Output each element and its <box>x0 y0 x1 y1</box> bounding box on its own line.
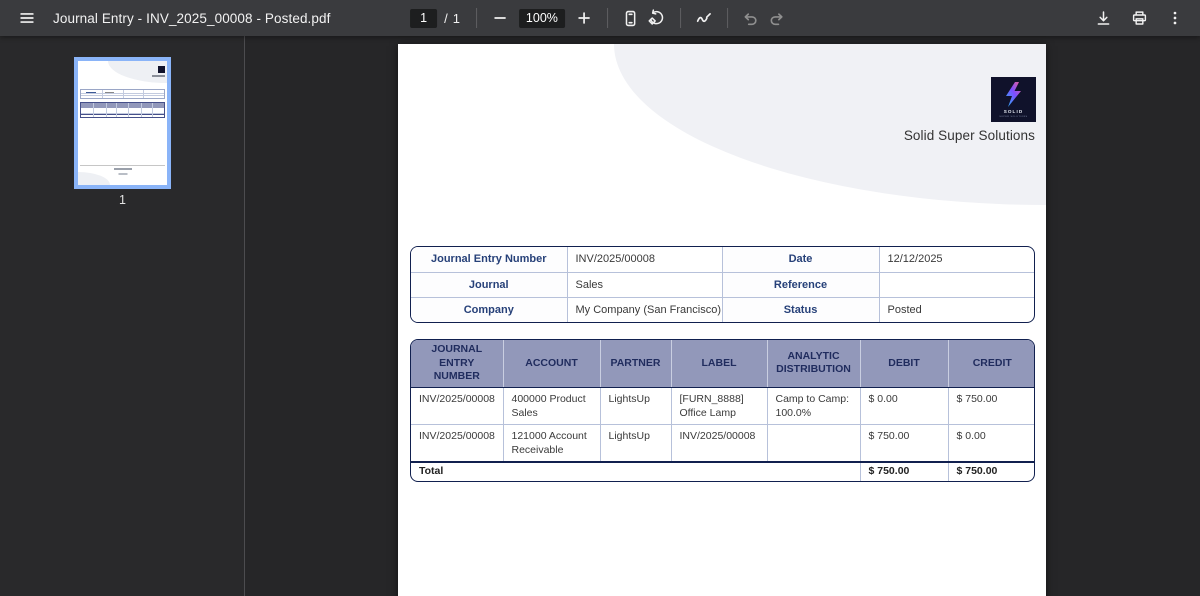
table-header-row: JOURNAL ENTRY NUMBER ACCOUNT PARTNER LABEL A… <box>411 340 1034 388</box>
toolbar-center-controls: / 1 100% <box>410 0 790 36</box>
lines-cell: $ 750.00 <box>947 387 1034 425</box>
thumbnail-footer-text <box>113 168 132 170</box>
zoom-level-input[interactable]: 100% <box>518 8 565 28</box>
info-label-cell: Company <box>411 296 567 322</box>
fit-page-icon[interactable] <box>618 5 644 31</box>
journal-lines-table: JOURNAL ENTRY NUMBER ACCOUNT PARTNER LABEL A… <box>410 339 1035 483</box>
lines-cell: LightsUp <box>599 424 671 463</box>
total-credit-cell: $ 750.00 <box>947 461 1034 482</box>
thumbnail-info-table <box>80 89 165 99</box>
document-title: Journal Entry - INV_2025_00008 - Posted.… <box>53 10 331 26</box>
info-value-cell: Sales <box>566 271 722 297</box>
lines-cell: LightsUp <box>599 387 671 425</box>
company-name: Solid Super Solutions <box>903 128 1035 143</box>
lines-cell: Camp to Camp: 100.0% <box>766 387 860 425</box>
lines-header-cell: CREDIT <box>947 340 1034 388</box>
total-label-cell: Total <box>411 461 860 482</box>
thumbnail-curve-decoration <box>78 172 110 185</box>
lines-cell: INV/2025/00008 <box>419 392 495 405</box>
table-row: Company My Company (San Francisco) Statu… <box>411 296 1034 322</box>
more-icon[interactable] <box>1162 5 1188 31</box>
toolbar-left: Journal Entry - INV_2025_00008 - Posted.… <box>0 5 380 31</box>
lines-header-cell: ANALYTIC DISTRIBUTION <box>766 340 860 388</box>
thumbnail-footer-page <box>118 173 127 175</box>
annotate-icon[interactable] <box>691 5 717 31</box>
table-row: INV/2025/00008 400000 Product Sales Lights… <box>411 387 1034 425</box>
thumbnail-footer-line <box>80 165 165 166</box>
journal-info-table: Journal Entry Number INV/2025/00008 Date… <box>410 246 1035 323</box>
print-icon[interactable] <box>1126 5 1152 31</box>
table-row: INV/2025/00008 121000 Account Receivable L… <box>411 424 1034 463</box>
lines-header-cell: LABEL <box>670 340 767 388</box>
lines-cell: [FURN_8888] Office Lamp <box>670 387 767 425</box>
toolbar-right <box>1090 5 1200 31</box>
pdf-viewer-canvas[interactable]: SOLID SUPER SOLUTIONS Solid Super Soluti… <box>245 36 1200 596</box>
toolbar-divider <box>726 8 728 28</box>
lines-header-cell: PARTNER <box>599 340 671 388</box>
lines-header-cell: JOURNAL ENTRY NUMBER <box>411 340 503 388</box>
info-value-cell: Posted <box>878 296 1034 322</box>
lines-cell <box>766 424 860 463</box>
rotate-icon[interactable] <box>644 5 670 31</box>
thumbnail-mini-page <box>78 61 167 185</box>
page-total-label: 1 <box>452 10 460 26</box>
toolbar-divider <box>679 8 681 28</box>
logo-word-solid: SOLID <box>1004 109 1024 114</box>
thumbnail-company-text <box>152 75 165 77</box>
lines-cell: INV/2025/00008 <box>411 424 503 463</box>
zoom-in-icon[interactable] <box>571 5 597 31</box>
lines-cell: 400000 Product Sales <box>502 387 600 425</box>
lines-cell: INV/2025/00008 <box>670 424 767 463</box>
page-curve-decoration <box>614 44 1046 205</box>
page-1-thumbnail[interactable] <box>74 57 171 189</box>
lines-cell: 121000 Account Receivable <box>502 424 600 463</box>
table-row: Journal Sales Reference <box>411 271 1034 297</box>
thumbnail-lines-table <box>80 102 165 118</box>
thumbnail-panel: 1 <box>0 36 245 596</box>
lines-cell: $ 0.00 <box>859 387 948 425</box>
pdf-page-1: SOLID SUPER SOLUTIONS Solid Super Soluti… <box>398 44 1046 596</box>
info-label-cell: Reference <box>721 271 879 297</box>
info-label-cell: Journal <box>411 271 567 297</box>
page-number-input[interactable] <box>410 8 438 28</box>
pdf-viewer-app: Journal Entry - INV_2025_00008 - Posted.… <box>0 0 1200 596</box>
company-logo: SOLID SUPER SOLUTIONS <box>991 77 1036 122</box>
info-value-cell: 12/12/2025 <box>878 247 1034 272</box>
toolbar-divider <box>475 8 477 28</box>
zoom-out-icon[interactable] <box>487 5 513 31</box>
page-separator: / <box>444 10 448 26</box>
download-icon[interactable] <box>1090 5 1116 31</box>
info-value-cell: My Company (San Francisco) <box>566 296 722 322</box>
info-value-cell <box>878 271 1034 297</box>
lines-header-cell: DEBIT <box>859 340 948 388</box>
menu-icon[interactable] <box>14 5 40 31</box>
viewer-content: 1 SOLID SUPER SOLUTIONS Solid Super Solu… <box>0 36 1200 596</box>
thumbnail-page-number: 1 <box>119 193 126 207</box>
lines-cell: $ 0.00 <box>947 424 1034 463</box>
pdf-toolbar: Journal Entry - INV_2025_00008 - Posted.… <box>0 0 1200 36</box>
info-label-cell: Date <box>721 247 879 272</box>
info-label-cell: Journal Entry Number <box>411 247 567 272</box>
toolbar-divider <box>606 8 608 28</box>
redo-icon[interactable] <box>764 5 790 31</box>
info-label-cell: Status <box>721 296 879 322</box>
table-total-row: Total $ 750.00 $ 750.00 <box>411 461 1034 482</box>
logo-word-sub: SUPER SOLUTIONS <box>999 116 1027 118</box>
thumbnail-logo <box>158 66 165 73</box>
total-debit-cell: $ 750.00 <box>859 461 948 482</box>
lines-cell: $ 750.00 <box>859 424 948 463</box>
lines-header-cell: ACCOUNT <box>502 340 600 388</box>
info-value-cell: INV/2025/00008 <box>566 247 722 272</box>
table-row: Journal Entry Number INV/2025/00008 Date… <box>411 247 1034 272</box>
undo-icon[interactable] <box>738 5 764 31</box>
